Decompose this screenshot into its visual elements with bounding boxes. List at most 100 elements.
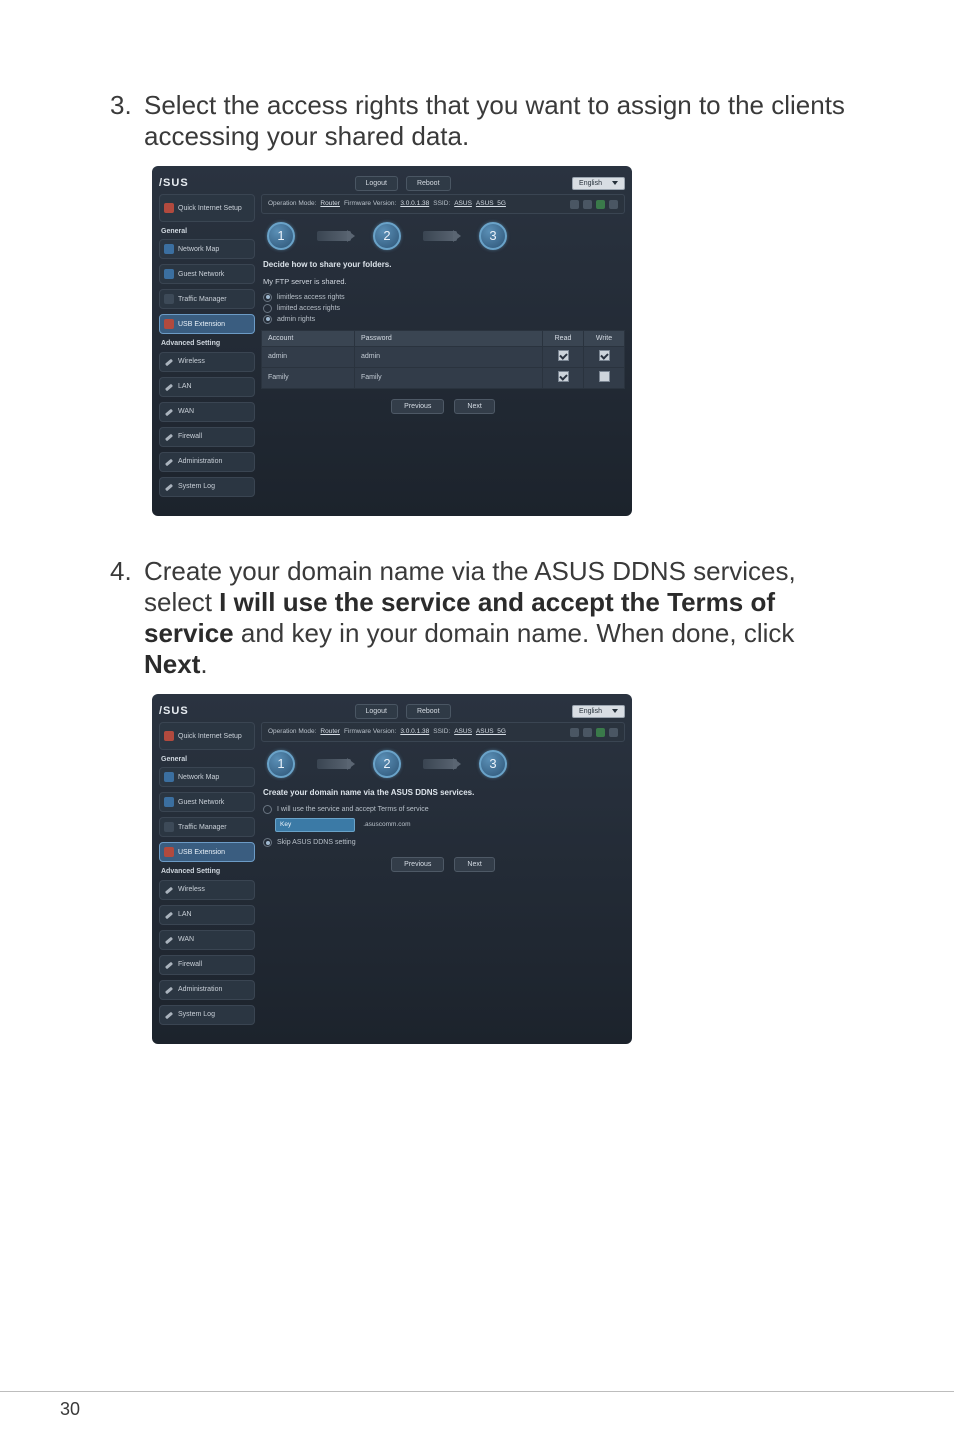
asus-logo: /SUS: [159, 704, 241, 718]
status-icon: [583, 728, 592, 737]
cell-password: Family: [355, 367, 543, 388]
sidebar-item-wireless[interactable]: Wireless: [159, 880, 255, 900]
radio-skip-ddns[interactable]: Skip ASUS DDNS setting: [263, 838, 625, 847]
domain-suffix: .asuscomm.com: [363, 821, 410, 828]
sidebar-item-lan[interactable]: LAN: [159, 905, 255, 925]
wrench-icon: [164, 457, 174, 467]
domain-input[interactable]: Key: [275, 818, 355, 832]
next-button[interactable]: Next: [454, 399, 494, 414]
status-ssid1[interactable]: ASUS: [454, 728, 472, 736]
status-ssid-prefix: SSID:: [433, 200, 450, 208]
sidebar-label: WAN: [178, 407, 194, 416]
panel-heading: Create your domain name via the ASUS DDN…: [263, 788, 625, 798]
wizard-steps: 1 2 3: [267, 750, 625, 778]
sidebar-item-system-log[interactable]: System Log: [159, 477, 255, 497]
status-fw[interactable]: 3.0.0.1.38: [400, 728, 429, 736]
language-label: English: [579, 707, 602, 716]
sidebar-item-wan[interactable]: WAN: [159, 402, 255, 422]
wizard-step-3: 3: [479, 222, 507, 250]
status-ssid1[interactable]: ASUS: [454, 200, 472, 208]
sidebar-label: Traffic Manager: [178, 295, 227, 304]
sidebar-label: LAN: [178, 910, 192, 919]
sidebar-item-guest-network[interactable]: Guest Network: [159, 264, 255, 284]
next-button[interactable]: Next: [454, 857, 494, 872]
sidebar-item-system-log[interactable]: System Log: [159, 1005, 255, 1025]
status-mode[interactable]: Router: [320, 728, 340, 736]
previous-button[interactable]: Previous: [391, 399, 444, 414]
wrench-icon: [164, 357, 174, 367]
radio-label: I will use the service and accept Terms …: [277, 805, 429, 814]
reboot-button[interactable]: Reboot: [406, 176, 451, 191]
checkbox-read[interactable]: [558, 350, 569, 361]
step-text-4: Create your domain name via the ASUS DDN…: [144, 556, 854, 681]
status-icon: [570, 200, 579, 209]
language-select[interactable]: English: [572, 705, 625, 718]
sidebar-item-network-map[interactable]: Network Map: [159, 239, 255, 259]
wizard-step-1: 1: [267, 750, 295, 778]
status-bar: Operation Mode: Router Firmware Version:…: [261, 722, 625, 742]
radio-dot-icon: [263, 304, 272, 313]
wrench-icon: [164, 985, 174, 995]
sidebar-item-traffic-manager[interactable]: Traffic Manager: [159, 289, 255, 309]
step-number-4: 4.: [110, 556, 144, 681]
logout-button[interactable]: Logout: [355, 704, 398, 719]
usb-icon: [164, 847, 174, 857]
sidebar-item-firewall[interactable]: Firewall: [159, 427, 255, 447]
sidebar-item-firewall[interactable]: Firewall: [159, 955, 255, 975]
sidebar-label: Firewall: [178, 432, 202, 441]
sidebar-item-wireless[interactable]: Wireless: [159, 352, 255, 372]
router-screenshot-1: /SUS Logout Reboot English Quick Interne…: [152, 166, 632, 515]
sidebar-item-wan[interactable]: WAN: [159, 930, 255, 950]
chevron-down-icon: [612, 709, 618, 713]
network-map-icon: [164, 772, 174, 782]
wrench-icon: [164, 432, 174, 442]
sidebar-item-usb-extension[interactable]: USB Extension: [159, 314, 255, 334]
sidebar-item-lan[interactable]: LAN: [159, 377, 255, 397]
sidebar-label: Firewall: [178, 960, 202, 969]
sidebar-item-qis[interactable]: Quick Internet Setup: [159, 194, 255, 222]
sidebar-label: USB Extension: [178, 320, 225, 329]
sidebar-label: System Log: [178, 482, 215, 491]
router-screenshot-2: /SUS Logout Reboot English Quick Interne…: [152, 694, 632, 1043]
sidebar-label: Wireless: [178, 357, 205, 366]
language-select[interactable]: English: [572, 177, 625, 190]
accounts-table: Account Password Read Write admin admin: [261, 330, 625, 389]
previous-button[interactable]: Previous: [391, 857, 444, 872]
sidebar-item-traffic-manager[interactable]: Traffic Manager: [159, 817, 255, 837]
sidebar-item-administration[interactable]: Administration: [159, 980, 255, 1000]
arrow-icon: [317, 759, 351, 769]
checkbox-read[interactable]: [558, 371, 569, 382]
sidebar-item-network-map[interactable]: Network Map: [159, 767, 255, 787]
radio-limitless[interactable]: limitless access rights: [263, 293, 625, 302]
checkbox-write[interactable]: [599, 371, 610, 382]
sidebar-label: Wireless: [178, 885, 205, 894]
footer-rule: [0, 1391, 954, 1392]
sidebar-label: Guest Network: [178, 798, 224, 807]
sidebar-item-qis[interactable]: Quick Internet Setup: [159, 722, 255, 750]
status-fw[interactable]: 3.0.0.1.38: [400, 200, 429, 208]
status-ssid2[interactable]: ASUS_5G: [476, 200, 506, 208]
sidebar-item-guest-network[interactable]: Guest Network: [159, 792, 255, 812]
status-mode[interactable]: Router: [320, 200, 340, 208]
sidebar-item-usb-extension[interactable]: USB Extension: [159, 842, 255, 862]
th-account: Account: [262, 330, 355, 346]
wizard-step-3: 3: [479, 750, 507, 778]
panel-heading: Decide how to share your folders.: [263, 260, 625, 270]
sidebar-label: Guest Network: [178, 270, 224, 279]
logout-button[interactable]: Logout: [355, 176, 398, 191]
sidebar-label: Administration: [178, 457, 222, 466]
sidebar-item-administration[interactable]: Administration: [159, 452, 255, 472]
wizard-steps: 1 2 3: [267, 222, 625, 250]
status-ssid2[interactable]: ASUS_5G: [476, 728, 506, 736]
checkbox-write[interactable]: [599, 350, 610, 361]
radio-limited[interactable]: limited access rights: [263, 304, 625, 313]
radio-admin[interactable]: admin rights: [263, 315, 625, 324]
arrow-icon: [423, 231, 457, 241]
guest-network-icon: [164, 797, 174, 807]
radio-label: admin rights: [277, 315, 315, 324]
th-password: Password: [355, 330, 543, 346]
reboot-button[interactable]: Reboot: [406, 704, 451, 719]
qis-icon: [164, 731, 174, 741]
radio-use-service[interactable]: I will use the service and accept Terms …: [263, 805, 625, 814]
arrow-icon: [423, 759, 457, 769]
